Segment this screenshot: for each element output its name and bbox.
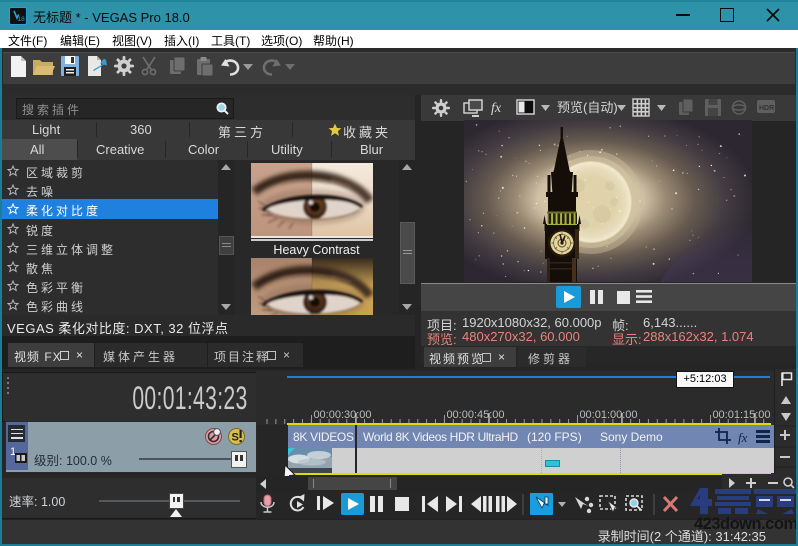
svg-text:00:00:30:00: 00:00:30:00	[313, 409, 371, 421]
svg-text:00:01:00:00: 00:01:00:00	[579, 409, 637, 421]
svg-text:HDR: HDR	[759, 105, 774, 112]
svg-text:预览(自动): 预览(自动)	[557, 100, 618, 115]
svg-text:fx: fx	[738, 430, 748, 445]
svg-text:00:00:45:00: 00:00:45:00	[446, 409, 504, 421]
svg-text:00:01:15:00: 00:01:15:00	[712, 409, 770, 421]
svg-text:423down.com: 423down.com	[694, 515, 798, 533]
svg-text:S: S	[232, 432, 239, 444]
svg-text:fx: fx	[491, 101, 502, 116]
svg-text:18: 18	[18, 16, 26, 23]
